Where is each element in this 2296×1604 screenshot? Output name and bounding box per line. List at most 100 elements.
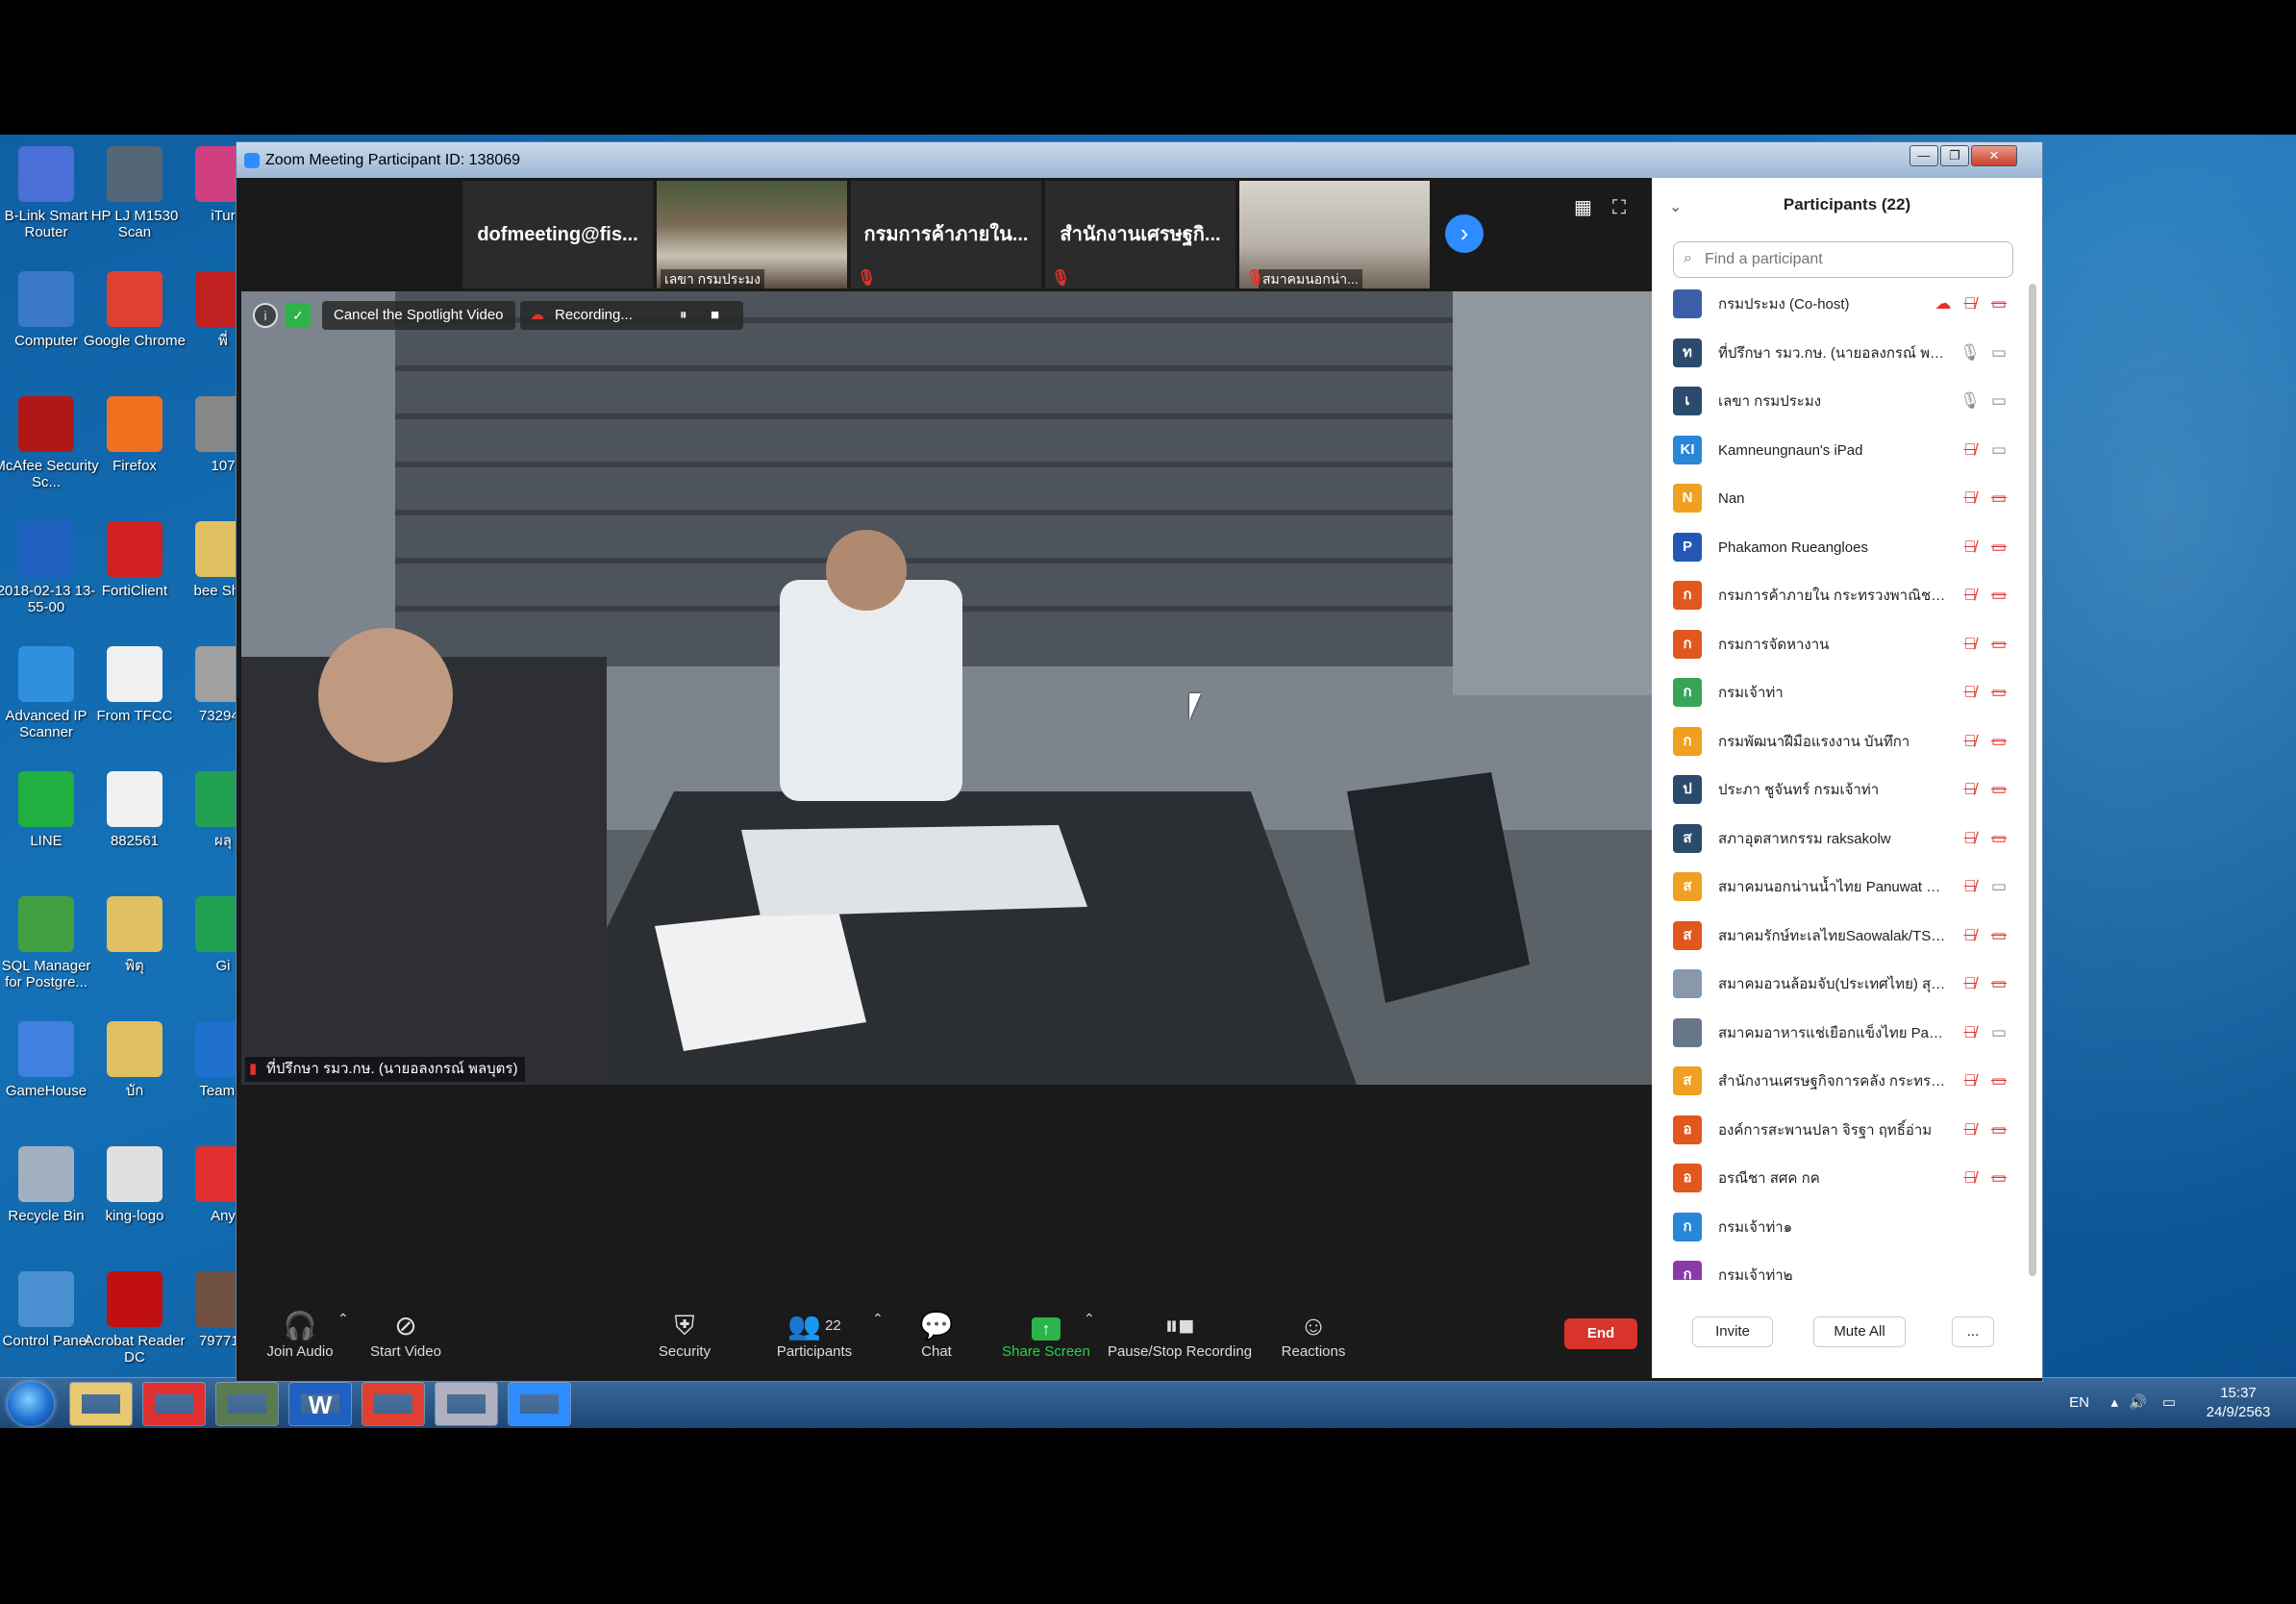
start-button[interactable]	[8, 1382, 54, 1426]
taskbar-chrome-button[interactable]	[362, 1382, 425, 1426]
taskbar-zoom-button[interactable]	[508, 1382, 571, 1426]
stop-recording-icon[interactable]: ■	[711, 301, 719, 330]
muted-mic-icon[interactable]: 🎙̸	[1959, 682, 1981, 703]
participant-search-box[interactable]: ⌕	[1673, 241, 2013, 278]
participants-button[interactable]: 👥 22 Participants	[757, 1309, 872, 1360]
muted-mic-icon[interactable]: 🎙̸	[1959, 585, 1981, 606]
participant-row[interactable]: ก กรมการจัดหางาน 🎙̸ ▭	[1673, 620, 2019, 669]
participant-row[interactable]: ส สภาอุตสาหกรรม raksakolw 🎙̸ ▭	[1673, 815, 2019, 864]
taskbar-snipping-button[interactable]	[435, 1382, 498, 1426]
volume-icon[interactable]: 🔊	[2129, 1393, 2147, 1413]
video-off-icon[interactable]: ▭	[1986, 682, 2011, 703]
taskbar-explorer-button[interactable]	[69, 1382, 133, 1426]
thumbnail-dofmeeting[interactable]: dofmeeting@fis...	[462, 181, 653, 288]
video-off-icon[interactable]: ▭	[1986, 1070, 2011, 1091]
video-off-icon[interactable]: ▭	[1986, 293, 2011, 314]
participant-row[interactable]: สมาคมอวนล้อมจับ(ประเทศไทย) สุรัตน์ ... 🎙̸…	[1673, 960, 2019, 1009]
restore-button[interactable]: ❐	[1940, 145, 1969, 166]
pause-recording-icon[interactable]: ⏸	[680, 301, 687, 330]
cancel-spotlight-button[interactable]: Cancel the Spotlight Video	[322, 301, 515, 330]
invite-button[interactable]: Invite	[1692, 1316, 1773, 1347]
muted-mic-icon[interactable]: 🎙̸	[1959, 925, 1981, 946]
fullscreen-icon[interactable]: ⛶	[1612, 197, 1634, 218]
reactions-button[interactable]: ☺ Reactions	[1260, 1309, 1366, 1360]
mute-all-button[interactable]: Mute All	[1813, 1316, 1906, 1347]
video-icon[interactable]: ▭	[1986, 876, 2011, 897]
muted-mic-icon[interactable]: 🎙̸	[1959, 1070, 1981, 1091]
video-info-icon[interactable]: i	[253, 303, 278, 328]
participant-row[interactable]: ส สมาคมนอกน่านน้ำไทย Panuwat Siric... 🎙̸ ▭	[1673, 863, 2019, 912]
taskbar-word-button[interactable]: W	[288, 1382, 352, 1426]
participant-list-scrollbar[interactable]	[2029, 284, 2036, 1276]
video-off-icon[interactable]: ▭	[1986, 973, 2011, 994]
muted-mic-icon[interactable]: 🎙̸	[1959, 488, 1981, 509]
audio-options-chevron-icon[interactable]: ⌃	[337, 1311, 349, 1327]
end-meeting-button[interactable]: End	[1564, 1318, 1637, 1349]
video-icon[interactable]: ▭	[1986, 1022, 2011, 1043]
participant-search-input[interactable]	[1705, 248, 2003, 271]
pause-stop-recording-button[interactable]: ⏸■ Pause/Stop Recording	[1103, 1309, 1257, 1360]
participant-row[interactable]: ก กรมเจ้าท่า๒	[1673, 1251, 2019, 1280]
video-icon[interactable]: ▭	[1986, 342, 2011, 363]
muted-mic-icon[interactable]: 🎙̸	[1959, 779, 1981, 800]
muted-mic-icon[interactable]: 🎙̸	[1959, 1022, 1981, 1043]
participant-row[interactable]: KI Kamneungnaun's iPad 🎙̸ ▭	[1673, 426, 2019, 475]
video-off-icon[interactable]: ▭	[1986, 488, 2011, 509]
participant-row[interactable]: อ องค์การสะพานปลา จิรฐา ฤทธิ์อ่าม 🎙̸ ▭	[1673, 1106, 2019, 1155]
chat-button[interactable]: 💬 Chat	[884, 1309, 989, 1360]
video-off-icon[interactable]: ▭	[1986, 779, 2011, 800]
mic-icon[interactable]: 🎙	[1959, 342, 1981, 363]
participant-row[interactable]: กรมประมง (Co-host) 🎙̸ ▭ ☁	[1673, 280, 2019, 329]
participant-row[interactable]: ก กรมการค้าภายใน กระทรวงพาณิชย์ DIT 🎙̸ ▭	[1673, 571, 2019, 620]
video-icon[interactable]: ▭	[1986, 439, 2011, 461]
thumbnail-secretary[interactable]: เลขา กรมประมง	[657, 181, 847, 288]
clock[interactable]: 15:37 24/9/2563	[2200, 1384, 2277, 1422]
thumbnail-overseas[interactable]: สมาคมนอกน่า... 🎙	[1239, 181, 1430, 288]
muted-mic-icon[interactable]: 🎙̸	[1959, 293, 1981, 314]
video-off-icon[interactable]: ▭	[1986, 634, 2011, 655]
video-off-icon[interactable]: ▭	[1986, 537, 2011, 558]
close-button[interactable]: ✕	[1971, 145, 2017, 166]
muted-mic-icon[interactable]: 🎙̸	[1959, 1119, 1981, 1140]
muted-mic-icon[interactable]: 🎙̸	[1959, 973, 1981, 994]
share-options-chevron-icon[interactable]: ⌃	[1084, 1311, 1095, 1327]
video-off-icon[interactable]: ▭	[1986, 1167, 2011, 1189]
muted-mic-icon[interactable]: 🎙̸	[1959, 439, 1981, 461]
security-button[interactable]: ⛨ Security	[632, 1309, 737, 1360]
participant-row[interactable]: สมาคมอาหารแช่เยือกแข็งไทย Panisua... 🎙̸▭	[1673, 1009, 2019, 1058]
muted-mic-icon[interactable]: 🎙̸	[1959, 634, 1981, 655]
participant-row[interactable]: ก กรมเจ้าท่า 🎙̸ ▭	[1673, 668, 2019, 717]
participants-options-chevron-icon[interactable]: ⌃	[872, 1311, 884, 1327]
video-off-icon[interactable]: ▭	[1986, 731, 2011, 752]
participant-row[interactable]: เ เลขา กรมประมง 🎙 ▭	[1673, 377, 2019, 426]
video-off-icon[interactable]: ▭	[1986, 828, 2011, 849]
start-video-button[interactable]: ⊘ Start Video	[353, 1309, 459, 1360]
participant-row[interactable]: ส สำนักงานเศรษฐกิจการคลัง กระทรวงกา... 🎙̸▭	[1673, 1057, 2019, 1106]
participant-row[interactable]: ก กรมพัฒนาฝีมือแรงงาน บันทึกา 🎙̸ ▭	[1673, 717, 2019, 766]
participant-row[interactable]: ส สมาคมรักษ์ทะเลไทยSaowalak/TSWA 🎙̸ ▭	[1673, 912, 2019, 961]
participant-row[interactable]: P Phakamon Rueangloes 🎙̸ ▭	[1673, 523, 2019, 572]
taskbar-remote-button[interactable]	[215, 1382, 279, 1426]
minimize-button[interactable]: —	[1909, 145, 1938, 166]
video-off-icon[interactable]: ▭	[1986, 585, 2011, 606]
tray-arrow-icon[interactable]: ▴	[2110, 1393, 2118, 1413]
video-icon[interactable]: ▭	[1986, 390, 2011, 412]
mic-icon[interactable]: 🎙	[1959, 390, 1981, 412]
participant-row[interactable]: อ อรณีชา สศค กค 🎙̸ ▭	[1673, 1154, 2019, 1203]
more-options-button[interactable]: ...	[1952, 1316, 1994, 1347]
participant-row[interactable]: N Nan 🎙̸ ▭	[1673, 474, 2019, 523]
participant-row[interactable]: ก กรมเจ้าท่า๑	[1673, 1203, 2019, 1252]
network-icon[interactable]: ▭	[2162, 1393, 2176, 1413]
participant-row[interactable]: ท ที่ปรึกษา รมว.กษ. (นายอลงกรณ์ พลบุตร) 🎙 ▭	[1673, 329, 2019, 378]
video-off-icon[interactable]: ▭	[1986, 1119, 2011, 1140]
muted-mic-icon[interactable]: 🎙̸	[1959, 828, 1981, 849]
thumbnail-fpo[interactable]: สำนักงานเศรษฐกิ... 🎙	[1045, 181, 1235, 288]
participant-row[interactable]: ป ประภา ชูจันทร์ กรมเจ้าท่า 🎙̸ ▭	[1673, 765, 2019, 815]
video-off-icon[interactable]: ▭	[1986, 925, 2011, 946]
next-page-button[interactable]: ›	[1445, 214, 1484, 253]
thumbnail-dit[interactable]: กรมการค้าภายใน... 🎙	[851, 181, 1041, 288]
language-indicator[interactable]: EN	[2069, 1393, 2089, 1413]
muted-mic-icon[interactable]: 🎙̸	[1959, 537, 1981, 558]
gallery-view-icon[interactable]: ▦	[1574, 197, 1595, 218]
muted-mic-icon[interactable]: 🎙̸	[1959, 731, 1981, 752]
